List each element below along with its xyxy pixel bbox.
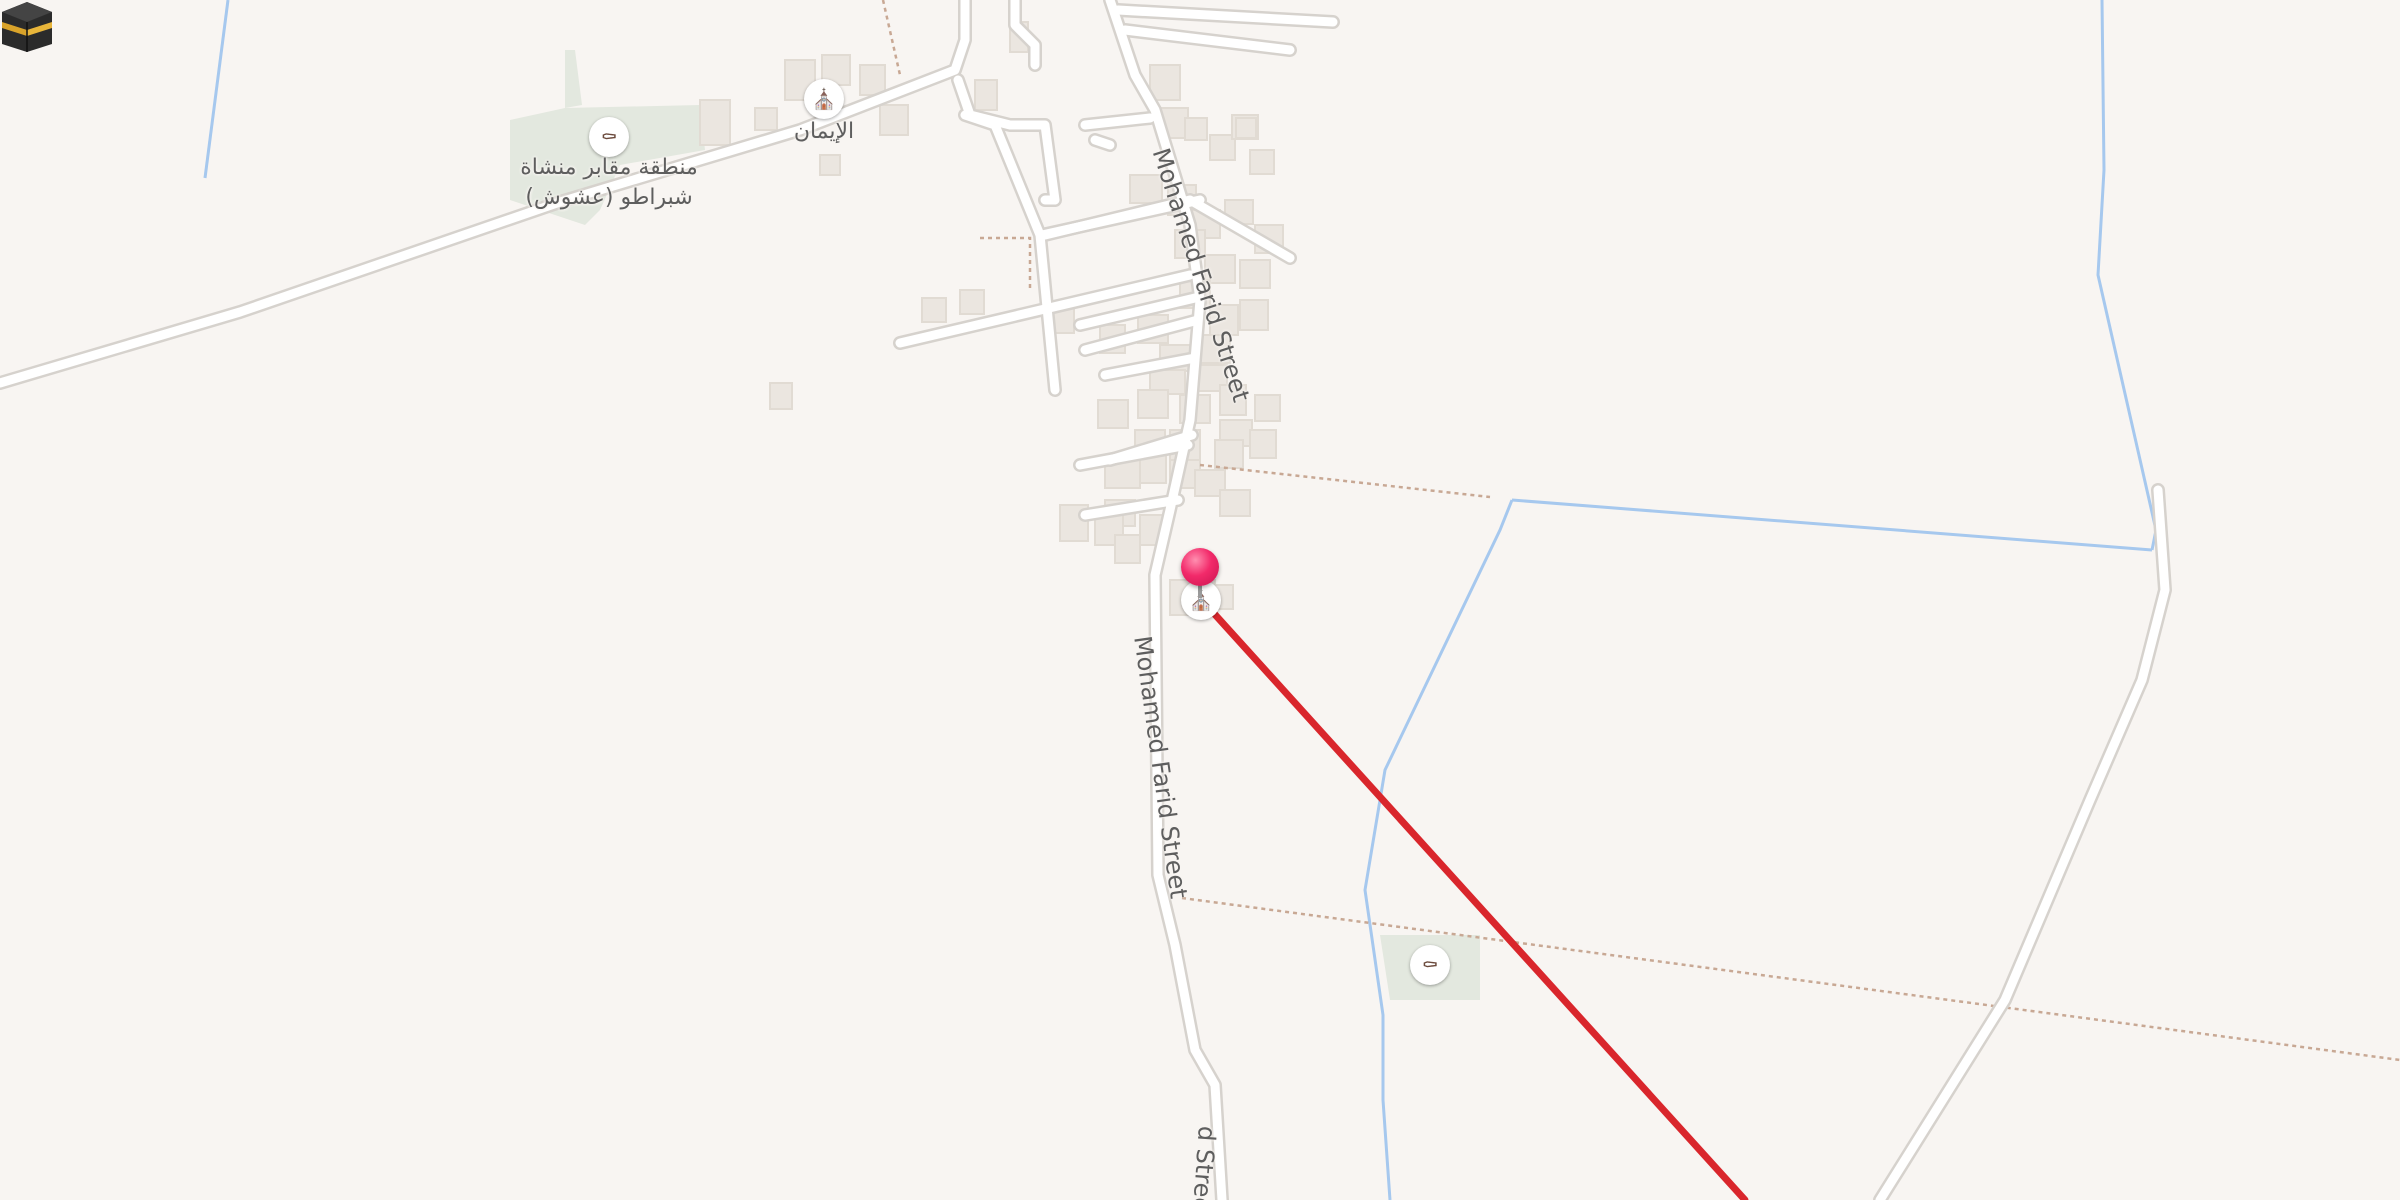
street-label-mohamed-farid-lower: d Street [1186, 1125, 1221, 1200]
kaaba-icon[interactable] [0, 0, 54, 54]
mosque-label: الإيمان [793, 119, 855, 144]
cemetery-icon[interactable]: ⚰ [589, 117, 629, 157]
roads [0, 0, 2172, 1200]
map-view[interactable]: Mohamed Farid Street Mohamed Farid Stree… [0, 0, 2400, 1200]
qibla-direction-line [1196, 594, 1749, 1200]
cemetery-label: منطقة مقابر منشاة شبراطو (عشوش) [520, 153, 698, 213]
location-pin-stem [1198, 584, 1202, 598]
cemetery-label-line1: منطقة مقابر منشاة [520, 155, 698, 180]
mosque-icon[interactable]: ⛪ [804, 79, 844, 119]
cemetery-label-line2: شبراطو (عشوش) [525, 185, 693, 210]
cemetery-south-icon[interactable]: ⚰ [1410, 945, 1450, 985]
location-pin-icon[interactable] [1181, 548, 1219, 586]
